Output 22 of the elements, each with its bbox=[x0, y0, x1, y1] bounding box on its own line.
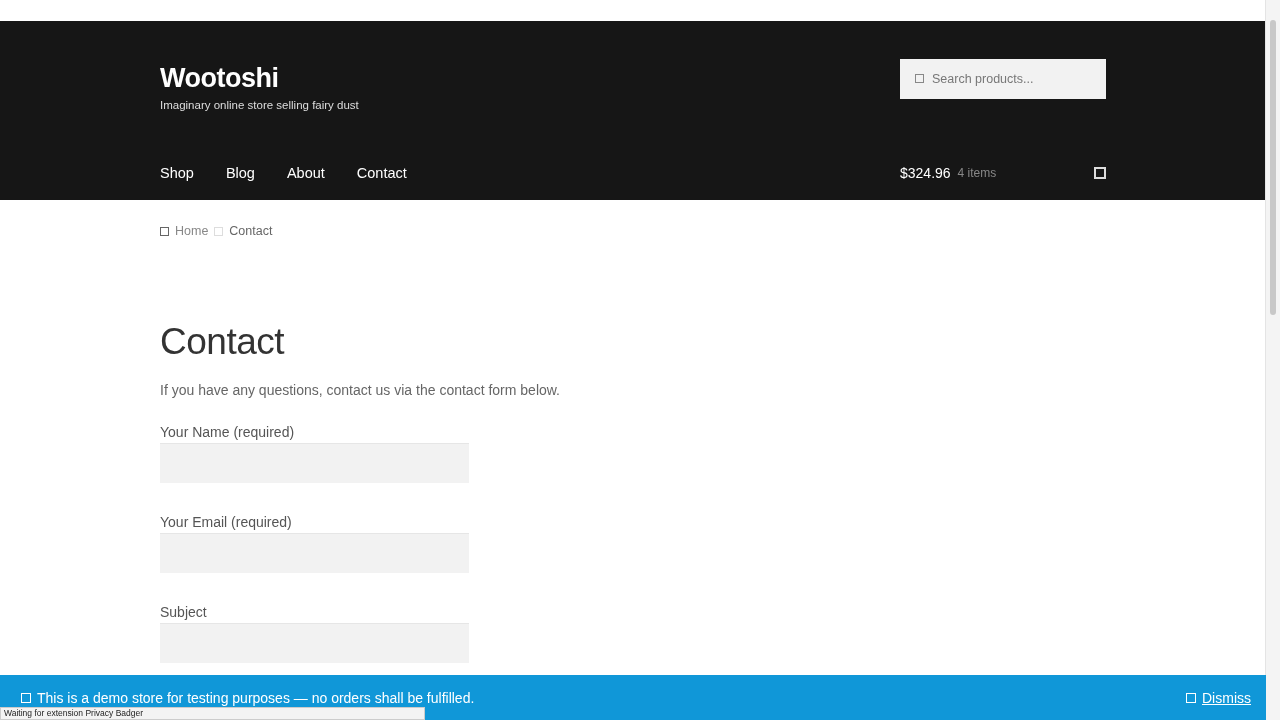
cart-total[interactable]: $324.96 bbox=[900, 165, 951, 181]
input-field[interactable] bbox=[160, 443, 469, 483]
intro-text: If you have any questions, contact us via the contact form below. bbox=[160, 382, 561, 398]
input-field[interactable] bbox=[160, 623, 469, 663]
status-text: Waiting for extension Privacy Badger bbox=[0, 707, 425, 720]
site-tagline: Imaginary online store selling fairy dust bbox=[160, 99, 359, 111]
notice-text: This is a demo store for testing purposes — no orders shall be fulfilled. bbox=[37, 689, 475, 706]
cart-count[interactable]: 4 items bbox=[957, 166, 997, 180]
nav-link[interactable]: Blog bbox=[225, 165, 255, 181]
field-label: Subject bbox=[160, 604, 208, 620]
scrollbar[interactable] bbox=[1265, 0, 1280, 720]
nav-link[interactable]: About bbox=[286, 165, 325, 181]
site-title[interactable]: Wootoshi bbox=[160, 62, 359, 94]
breadcrumb-link[interactable]: Home bbox=[175, 224, 209, 238]
nav-link[interactable]: Contact bbox=[356, 165, 407, 181]
field-label: Your Email (required) bbox=[160, 514, 293, 530]
breadcrumb-current: Contact bbox=[229, 224, 273, 238]
page-title: Contact bbox=[160, 320, 286, 364]
search-field[interactable]: Search products... bbox=[900, 59, 1106, 99]
field-label: Your Name (required) bbox=[160, 424, 296, 440]
nav-link[interactable]: Shop bbox=[160, 165, 194, 181]
input-field[interactable] bbox=[160, 533, 469, 573]
